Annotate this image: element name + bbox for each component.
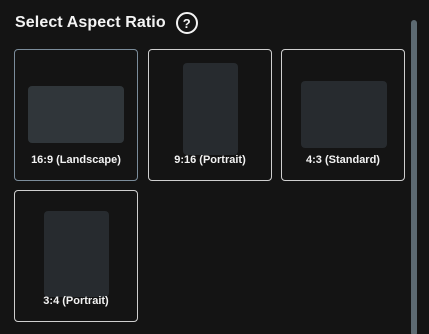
help-icon[interactable]: ? (175, 12, 198, 34)
standard-preview-icon (301, 81, 387, 148)
portrait-preview-icon (44, 211, 109, 297)
landscape-preview-icon (28, 86, 124, 143)
panel-title: Select Aspect Ratio (15, 14, 166, 31)
option-4-3-standard[interactable]: 4:3 (Standard) (281, 49, 405, 181)
aspect-ratio-panel: Select Aspect Ratio ? 16:9 (Landscape) 9… (0, 0, 429, 334)
header: Select Aspect Ratio ? (15, 11, 198, 35)
option-9-16-portrait[interactable]: 9:16 (Portrait) (148, 49, 272, 181)
vertical-scrollbar[interactable] (411, 20, 417, 334)
option-label: 3:4 (Portrait) (43, 295, 109, 307)
option-label: 9:16 (Portrait) (174, 154, 246, 166)
option-label: 16:9 (Landscape) (31, 154, 121, 166)
option-label: 4:3 (Standard) (306, 154, 380, 166)
option-16-9-landscape[interactable]: 16:9 (Landscape) (14, 49, 138, 181)
portrait-preview-icon (183, 63, 238, 155)
option-3-4-portrait[interactable]: 3:4 (Portrait) (14, 190, 138, 322)
